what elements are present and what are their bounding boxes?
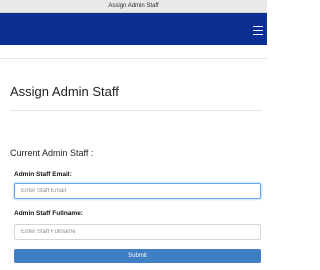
window-title-bar: Assign Admin Staff: [0, 0, 267, 13]
email-field[interactable]: [14, 183, 261, 199]
page-title: Assign Admin Staff: [10, 84, 119, 99]
email-label: Admin Staff Email:: [14, 171, 72, 178]
hamburger-menu-icon[interactable]: [253, 26, 263, 35]
submit-button[interactable]: Submit: [14, 249, 261, 263]
title-divider: [10, 110, 262, 111]
window-title: Assign Admin Staff: [108, 3, 159, 9]
secondary-bar: [0, 45, 267, 59]
fullname-field[interactable]: [14, 224, 261, 240]
section-title: Current Admin Staff :: [10, 148, 94, 158]
fullname-label: Admin Staff Fullname:: [14, 210, 83, 217]
top-navbar: [0, 13, 267, 45]
